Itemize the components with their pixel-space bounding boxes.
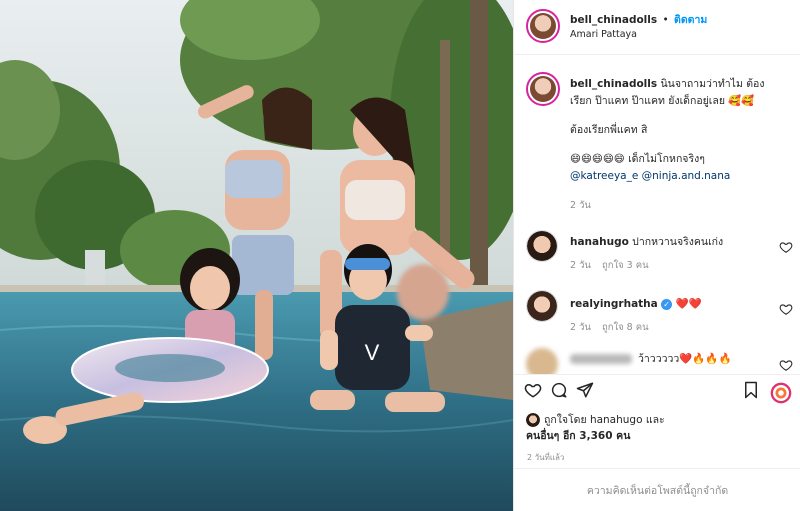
caption-line-2: เรียก ป๊าแคท ป๊าแคท ยังเด็กอยู่เลย 🥰🥰 — [570, 95, 755, 107]
more-icon[interactable] — [770, 382, 792, 404]
dot-separator: • — [662, 14, 669, 26]
likes-line-2[interactable]: คนอื่นๆ อีก 3,360 คน — [526, 428, 786, 444]
verified-badge-icon: ✓ — [661, 298, 673, 310]
post-date[interactable]: 2 วันที่แล้ว — [527, 451, 564, 464]
author-avatar[interactable] — [526, 9, 560, 43]
caption-line-4: 😄😄😄😄😄 เด็กไม่โกหกจริงๆ — [570, 153, 705, 165]
liker-avatar[interactable] — [526, 413, 540, 427]
caption-line-3: ต้องเรียกพี่แคท สิ — [570, 124, 648, 136]
share-icon[interactable] — [576, 381, 594, 399]
svg-text:V: V — [365, 340, 380, 365]
likes-summary: ถูกใจโดย hanahugo และ คนอื่นๆ อีก 3,360 … — [526, 412, 786, 444]
author-username[interactable]: bell_chinadolls — [570, 14, 657, 26]
comment-likes[interactable]: ถูกใจ 3 คน — [602, 260, 649, 271]
comment-likes[interactable]: ถูกใจ 8 คน — [602, 322, 649, 333]
comment-text: realyingrhatha ✓ ❤️❤️ — [570, 296, 785, 313]
post-header: bell_chinadolls • ติดตาม Amari Pattaya — [514, 0, 800, 55]
caption-line-1: นินจาถามว่าทำไม ต้อง — [660, 78, 765, 90]
header-title-row: bell_chinadolls • ติดตาม — [570, 11, 707, 28]
photo-illustration: V — [0, 0, 513, 511]
comment-heart-icon[interactable] — [779, 302, 793, 316]
comment-heart-icon[interactable] — [779, 358, 793, 372]
comment-body: ❤️❤️ — [675, 298, 702, 310]
comment-meta: 2 วัน ถูกใจ 3 คน — [570, 258, 649, 273]
caption-username[interactable]: bell_chinadolls — [570, 78, 657, 90]
caption-time: 2 วัน — [570, 200, 591, 211]
commenter-username[interactable]: hanahugo — [570, 236, 629, 248]
commenter-username[interactable]: realyingrhatha — [570, 298, 658, 310]
caption-text: bell_chinadolls นินจาถามว่าทำไม ต้อง เรี… — [570, 76, 785, 185]
comment-body: ว้าววววว❤️🔥🔥🔥 — [638, 353, 732, 365]
caption-block: bell_chinadolls นินจาถามว่าทำไม ต้อง เรี… — [514, 56, 800, 216]
bookmark-icon[interactable] — [742, 381, 760, 399]
comment-heart-icon[interactable] — [779, 240, 793, 254]
caption-mentions[interactable]: @katreeya_e @ninja.and.nana — [570, 168, 785, 185]
heart-icon[interactable] — [524, 381, 542, 399]
post-photo[interactable]: V — [0, 0, 513, 511]
blurred-username — [570, 354, 632, 364]
commenter-avatar[interactable] — [526, 290, 558, 322]
comment-row: hanahugo ปากหวานจริงคนเก่ง 2 วัน ถูกใจ 3… — [514, 224, 800, 280]
comment-row: ว้าววววว❤️🔥🔥🔥 — [514, 344, 800, 374]
comments-list[interactable]: bell_chinadolls นินจาถามว่าทำไม ต้อง เรี… — [514, 56, 800, 374]
post-side-panel: bell_chinadolls • ติดตาม Amari Pattaya b… — [513, 0, 800, 511]
location-link[interactable]: Amari Pattaya — [570, 29, 637, 40]
comments-disabled-notice: ความคิดเห็นต่อโพสต์นี้ถูกจำกัด — [514, 468, 800, 511]
likes-line-1[interactable]: ถูกใจโดย hanahugo และ — [544, 412, 665, 428]
comment-meta: 2 วัน ถูกใจ 8 คน — [570, 320, 649, 335]
commenter-avatar[interactable] — [526, 348, 558, 374]
comment-icon[interactable] — [550, 381, 568, 399]
instagram-post-frame: V bell_chinadolls • ติดตาม Amari Pattaya — [0, 0, 800, 511]
follow-button[interactable]: ติดตาม — [674, 14, 707, 26]
action-bar — [514, 374, 800, 404]
caption-avatar[interactable] — [526, 72, 560, 106]
comment-row: realyingrhatha ✓ ❤️❤️ 2 วัน ถูกใจ 8 คน — [514, 282, 800, 338]
commenter-avatar[interactable] — [526, 230, 558, 262]
comment-time: 2 วัน — [570, 322, 591, 333]
comment-text: hanahugo ปากหวานจริงคนเก่ง — [570, 234, 785, 251]
comment-body: ปากหวานจริงคนเก่ง — [632, 236, 724, 248]
comment-time: 2 วัน — [570, 260, 591, 271]
